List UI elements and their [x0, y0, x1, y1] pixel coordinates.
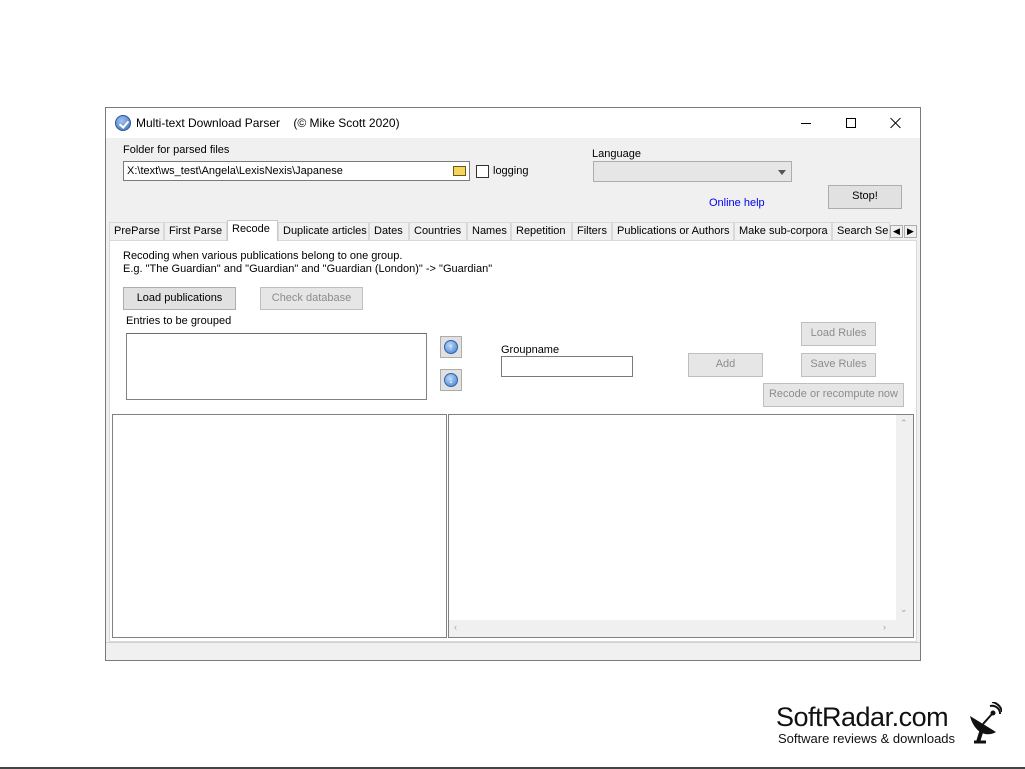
stop-button[interactable]: Stop! [828, 185, 902, 209]
scrollbar-corner [896, 620, 913, 637]
title-bar: Multi-text Download Parser (© Mike Scott… [106, 108, 920, 138]
online-help-link[interactable]: Online help [709, 197, 765, 209]
groupname-label: Groupname [501, 344, 560, 356]
tab-dates[interactable]: Dates [369, 222, 409, 240]
tab-strip: PreParse First Parse Recode Duplicate ar… [109, 220, 917, 241]
window-title: Multi-text Download Parser (© Mike Scott… [136, 116, 400, 130]
language-select[interactable] [593, 161, 792, 182]
tab-repetition[interactable]: Repetition [511, 222, 572, 240]
recode-description-line2: E.g. "The Guardian" and "Guardian" and "… [123, 263, 493, 275]
left-results-pane[interactable] [112, 414, 447, 638]
move-down-button[interactable]: ↓ [440, 369, 462, 391]
check-database-button[interactable]: Check database [260, 287, 363, 310]
watermark-tagline: Software reviews & downloads [778, 731, 956, 746]
arrow-up-icon: ↑ [444, 340, 458, 354]
status-bar [106, 642, 920, 660]
tab-filters[interactable]: Filters [572, 222, 612, 240]
scroll-right-icon[interactable]: › [883, 623, 886, 632]
folder-icon[interactable] [453, 166, 466, 176]
tab-recode[interactable]: Recode [227, 220, 278, 241]
recode-description-line1: Recoding when various publications belon… [123, 250, 403, 262]
arrow-down-icon: ↓ [444, 373, 458, 387]
tab-countries[interactable]: Countries [409, 222, 467, 240]
recode-now-button[interactable]: Recode or recompute now [763, 383, 904, 407]
entries-listbox[interactable] [126, 333, 427, 400]
tab-scroll-left-icon[interactable]: ◀ [890, 225, 903, 238]
move-up-button[interactable]: ↑ [440, 336, 462, 358]
scroll-up-icon[interactable]: ⌃ [900, 419, 908, 428]
tab-search[interactable]: Search Se [832, 222, 890, 240]
tab-scroll-right-icon[interactable]: ▶ [904, 225, 917, 238]
add-button[interactable]: Add [688, 353, 763, 377]
close-button[interactable] [873, 108, 918, 138]
horizontal-scrollbar[interactable]: ‹ › [449, 620, 897, 637]
minimize-button[interactable] [783, 108, 828, 138]
radar-dish-icon [970, 702, 1002, 744]
app-window: Multi-text Download Parser (© Mike Scott… [105, 107, 921, 661]
tab-make-sub-corpora[interactable]: Make sub-corpora [734, 222, 832, 240]
vertical-scrollbar[interactable]: ⌃ ⌄ [896, 415, 913, 620]
logging-label: logging [493, 165, 529, 177]
tab-preparse[interactable]: PreParse [109, 222, 164, 240]
groupname-field[interactable] [501, 356, 633, 377]
minimize-icon [801, 123, 811, 124]
save-rules-button[interactable]: Save Rules [801, 353, 876, 377]
softradar-watermark: SoftRadar.com Software reviews & downloa… [776, 702, 1006, 752]
chevron-down-icon [778, 170, 786, 175]
tab-first-parse[interactable]: First Parse [164, 222, 227, 240]
watermark-name: SoftRadar.com [776, 702, 949, 732]
folder-label: Folder for parsed files [123, 144, 230, 156]
maximize-icon [846, 118, 856, 128]
tab-names[interactable]: Names [467, 222, 511, 240]
right-results-pane[interactable]: ⌃ ⌄ ‹ › [448, 414, 914, 638]
tab-publications-or-authors[interactable]: Publications or Authors [612, 222, 734, 240]
language-label: Language [592, 148, 641, 160]
app-icon [115, 115, 131, 131]
load-publications-button[interactable]: Load publications [123, 287, 236, 310]
tab-duplicate-articles[interactable]: Duplicate articles [278, 222, 369, 240]
load-rules-button[interactable]: Load Rules [801, 322, 876, 346]
scroll-left-icon[interactable]: ‹ [454, 623, 457, 632]
maximize-button[interactable] [828, 108, 873, 138]
scroll-down-icon[interactable]: ⌄ [900, 605, 908, 614]
logging-checkbox[interactable] [476, 165, 489, 178]
folder-field[interactable] [123, 161, 470, 181]
entries-label: Entries to be grouped [126, 315, 232, 327]
